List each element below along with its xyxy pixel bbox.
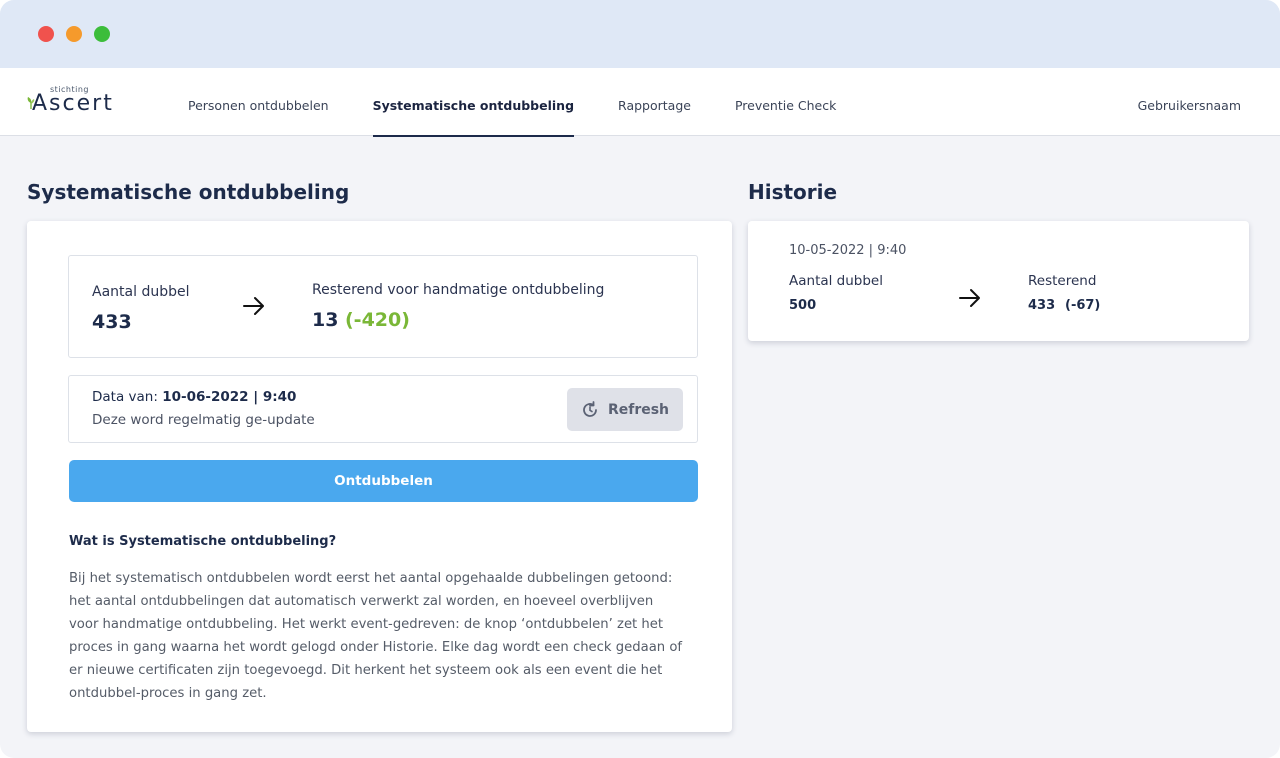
history-resterend-delta: (-67) (1065, 298, 1101, 313)
nav-item-personen-ontdubbelen[interactable]: Personen ontdubbelen (188, 68, 329, 136)
faq-title: Wat is Systematische ontdubbeling? (69, 534, 337, 549)
data-date-value: 10-06-2022 | 9:40 (162, 389, 297, 405)
history-title: Historie (748, 180, 838, 204)
ontdubbeling-card: Aantal dubbel 433 Resterend voor handmat… (27, 221, 732, 732)
history-aantal-label: Aantal dubbel (789, 273, 883, 289)
resterend-value: 13 (312, 309, 339, 331)
stats-summary: Aantal dubbel 433 Resterend voor handmat… (68, 255, 698, 358)
user-menu[interactable]: Gebruikersnaam (1138, 68, 1241, 136)
ontdubbelen-button[interactable]: Ontdubbelen (69, 460, 698, 502)
data-info-box: Data van: 10-06-2022 | 9:40 Deze word re… (68, 375, 698, 443)
window-titlebar (0, 0, 1280, 68)
history-entry-card: 10-05-2022 | 9:40 Aantal dubbel 500 Rest… (748, 221, 1249, 341)
data-date-prefix: Data van: (92, 389, 163, 405)
history-date: 10-05-2022 | 9:40 (789, 243, 907, 258)
minimize-window-button[interactable] (66, 26, 82, 42)
ascert-logo[interactable]: stichting Ascert (27, 85, 137, 119)
history-resterend-label: Resterend (1028, 273, 1097, 289)
resterend-label: Resterend voor handmatige ontdubbeling (312, 282, 605, 298)
resterend-delta: (-420) (345, 309, 410, 331)
aantal-dubbel-value: 433 (92, 311, 132, 333)
arrow-right-icon (959, 289, 980, 307)
refresh-button[interactable]: Refresh (567, 388, 683, 431)
logo-wordmark: Ascert (32, 91, 114, 116)
arrow-right-icon (243, 297, 264, 315)
maximize-window-button[interactable] (94, 26, 110, 42)
aantal-dubbel-label: Aantal dubbel (92, 284, 190, 300)
update-note: Deze word regelmatig ge-update (92, 412, 315, 428)
app-window: stichting Ascert Personen ontdubbelen Sy… (0, 0, 1280, 758)
faq-body: Bij het systematisch ontdubbelen wordt e… (69, 571, 683, 701)
page-title: Systematische ontdubbeling (27, 180, 350, 204)
history-aantal-value: 500 (789, 298, 817, 313)
refresh-icon (583, 400, 597, 417)
nav-item-preventie-check[interactable]: Preventie Check (735, 68, 836, 136)
data-date-line: Data van: 10-06-2022 | 9:40 (92, 389, 296, 405)
close-window-button[interactable] (38, 26, 54, 42)
history-resterend-value: 433 (1028, 298, 1056, 313)
nav-item-systematische-ontdubbeling[interactable]: Systematische ontdubbeling (372, 68, 575, 137)
refresh-label: Refresh (607, 401, 670, 418)
top-navigation: stichting Ascert Personen ontdubbelen Sy… (0, 68, 1280, 137)
nav-menu: Personen ontdubbelen Systematische ontdu… (188, 68, 880, 137)
nav-item-rapportage[interactable]: Rapportage (618, 68, 691, 136)
